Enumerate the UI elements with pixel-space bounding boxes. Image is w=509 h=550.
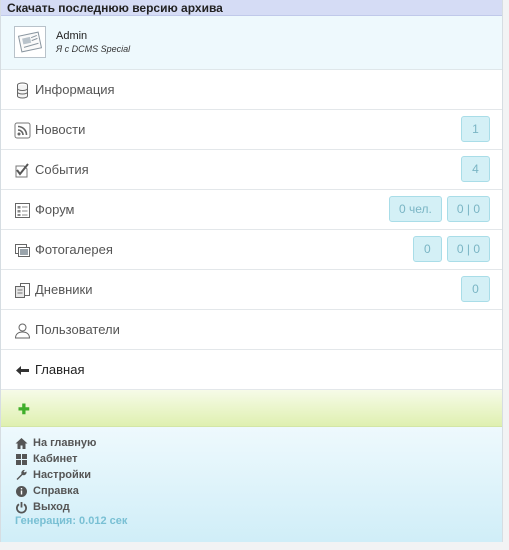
download-archive-link[interactable]: Скачать последнюю версию архива <box>1 0 502 16</box>
news-count-badge[interactable]: 1 <box>461 116 490 142</box>
forum-icon <box>15 203 30 218</box>
wrench-icon <box>16 469 27 480</box>
photos-count-badge[interactable]: 0 <box>412 236 442 262</box>
plus-icon[interactable]: ✚ <box>18 401 30 418</box>
menu-item-diaries[interactable]: Дневники 0 <box>1 270 502 310</box>
footer-link-settings[interactable]: Настройки <box>15 467 502 483</box>
database-icon <box>17 82 28 99</box>
menu-item-label: События <box>35 162 89 177</box>
arrow-left-icon <box>16 366 29 375</box>
footer-link-home[interactable]: На главную <box>15 435 502 451</box>
menu-item-photogallery[interactable]: Фотогалерея 0 0 | 0 <box>1 230 502 270</box>
menu-item-label: Фотогалерея <box>35 242 113 257</box>
forum-topics-badge[interactable]: 0 | 0 <box>446 196 490 222</box>
menu-item-label: Форум <box>35 202 75 217</box>
menu-item-news[interactable]: Новости 1 <box>1 110 502 150</box>
avatar-newspaper-icon <box>17 31 43 53</box>
page: Скачать последнюю версию архива Admin Я … <box>0 0 503 542</box>
footer-link-cabinet[interactable]: Кабинет <box>15 451 502 467</box>
events-count-badge[interactable]: 4 <box>461 156 490 182</box>
menu-item-label: Главная <box>35 362 85 377</box>
footer-link-label: На главную <box>33 437 97 449</box>
diaries-count-badge[interactable]: 0 <box>461 276 490 302</box>
footer-link-label: Кабинет <box>33 453 78 465</box>
rss-icon <box>14 122 31 139</box>
power-icon <box>16 501 27 514</box>
photos-icon <box>15 244 30 257</box>
user-name[interactable]: Admin <box>56 30 87 42</box>
menu-item-label: Дневники <box>35 282 93 297</box>
checkmark-icon <box>15 163 29 178</box>
menu-item-forum[interactable]: Форум 0 чел. 0 | 0 <box>1 190 502 230</box>
user-status: Я с DCMS Special <box>56 44 131 54</box>
home-icon <box>15 437 28 449</box>
generation-time: Генерация: 0.012 сек <box>15 515 128 527</box>
footer-link-label: Настройки <box>33 469 92 481</box>
footer-link-logout[interactable]: Выход <box>15 499 502 515</box>
menu-item-events[interactable]: События 4 <box>1 150 502 190</box>
menu-item-label: Пользователи <box>35 322 120 337</box>
diary-icon <box>15 283 30 298</box>
user-panel[interactable]: Admin Я с DCMS Special <box>1 16 502 70</box>
footer-nav: На главную Кабинет Настройки Справка Вых… <box>1 427 502 542</box>
menu-item-info[interactable]: Информация <box>1 70 502 110</box>
quick-action-bar: ✚ <box>1 390 502 427</box>
footer-link-label: Выход <box>33 501 70 513</box>
albums-count-badge[interactable]: 0 | 0 <box>446 236 490 262</box>
forum-online-badge[interactable]: 0 чел. <box>388 196 442 222</box>
menu-item-label: Новости <box>35 122 86 137</box>
footer-link-help[interactable]: Справка <box>15 483 502 499</box>
footer-link-label: Справка <box>33 485 79 497</box>
grid-icon <box>16 453 27 465</box>
info-icon <box>16 485 27 497</box>
menu-item-label: Информация <box>35 82 115 97</box>
user-icon <box>14 323 31 339</box>
avatar[interactable] <box>14 26 46 58</box>
menu-item-users[interactable]: Пользователи <box>1 310 502 350</box>
menu-item-home[interactable]: Главная <box>1 350 502 390</box>
